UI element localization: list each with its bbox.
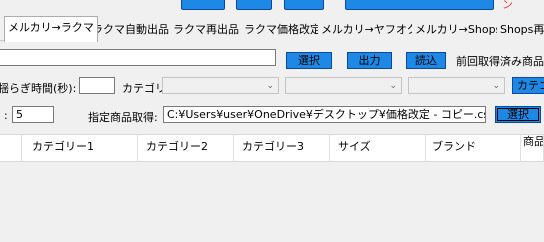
wait-time-input[interactable] — [79, 77, 115, 94]
file-label: 指定商品取得: — [88, 111, 158, 124]
category-select-2[interactable]: ⌄ — [285, 77, 402, 94]
file-path-input[interactable]: C:¥Users¥user¥OneDrive¥デスクトップ¥価格改定 - コピー… — [163, 106, 486, 123]
count-label: : — [4, 109, 8, 122]
read-button[interactable]: 読込 — [406, 52, 446, 69]
chevron-down-icon: ⌄ — [389, 81, 397, 91]
output-button[interactable]: 出力 — [347, 52, 392, 69]
tab-mercari-shops[interactable]: メルカリ→Shops — [412, 20, 505, 41]
top-button-4[interactable] — [345, 0, 494, 10]
wait-time-label: 揺らぎ時間(秒): — [0, 82, 77, 95]
column-header-product[interactable]: 商品 — [521, 134, 544, 162]
select-button[interactable]: 選択 — [286, 52, 332, 69]
column-header-category2[interactable]: カテゴリー2 — [138, 134, 234, 162]
category-select-3[interactable]: ⌄ — [408, 77, 505, 94]
category-button[interactable]: カテゴ — [512, 77, 544, 94]
column-header-brand[interactable]: ブランド — [426, 134, 521, 162]
column-header-category1[interactable]: カテゴリー1 — [22, 134, 138, 162]
top-button-1[interactable] — [181, 0, 225, 10]
category-select-1[interactable]: ⌄ — [162, 77, 279, 94]
tab-rakuma-auto-listing[interactable]: ラクマ自動出品 — [89, 20, 172, 41]
top-button-2[interactable] — [236, 0, 272, 10]
previous-items-label: 前回取得済み商品 — [456, 55, 544, 68]
row-header-corner — [0, 134, 22, 162]
tab-shops-relisting[interactable]: Shops再出 — [497, 20, 544, 41]
chevron-down-icon: ⌄ — [266, 81, 274, 91]
top-alert-text: ン — [502, 0, 513, 11]
top-button-3[interactable] — [284, 0, 324, 10]
count-input[interactable]: 5 — [12, 106, 54, 123]
tab-mercari-rakuma[interactable]: メルカリ→ラクマ — [4, 16, 98, 42]
tab-mercari-yahoo-auction[interactable]: メルカリ→ヤフオク — [318, 20, 421, 41]
chevron-down-icon: ⌄ — [492, 81, 500, 91]
file-select-button[interactable]: 選択 — [495, 106, 541, 123]
tab-rakuma-relisting[interactable]: ラクマ再出品 — [170, 20, 242, 41]
tab-rakuma-price-revision[interactable]: ラクマ価格改定 — [241, 20, 324, 41]
column-header-size[interactable]: サイズ — [330, 134, 426, 162]
folder-path-input[interactable] — [0, 49, 276, 66]
column-header-category3[interactable]: カテゴリー3 — [234, 134, 330, 162]
